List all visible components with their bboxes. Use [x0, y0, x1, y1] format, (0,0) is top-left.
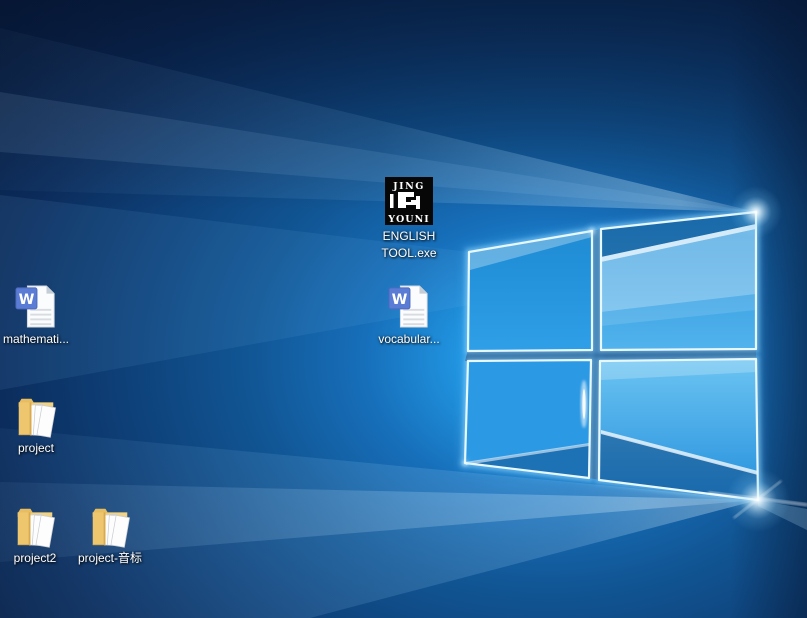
- word-document-icon: W: [388, 284, 430, 329]
- english-tool-app-icon: JING YOUNI: [385, 177, 433, 225]
- desktop-icon-english-tool-exe[interactable]: JING YOUNI ENGLISH TOOL.exe: [369, 177, 449, 262]
- desktop-icon-project-yinbiao-folder[interactable]: project-音标: [70, 504, 150, 566]
- icon-label: ENGLISH TOOL.exe: [377, 228, 441, 262]
- folder-icon: [15, 504, 55, 548]
- icon-label: project2: [14, 551, 57, 566]
- icon-label: vocabular...: [378, 332, 439, 347]
- svg-text:YOUNI: YOUNI: [387, 214, 429, 225]
- desktop-icon-project-folder[interactable]: project: [0, 394, 76, 456]
- desktop-icon-project2-folder[interactable]: project2: [0, 504, 75, 566]
- icon-label: project: [18, 441, 54, 456]
- svg-text:W: W: [392, 292, 408, 308]
- word-document-icon: W: [15, 284, 57, 329]
- desktop-icon-mathematics-document[interactable]: W mathemati...: [0, 284, 76, 347]
- desktop[interactable]: JING YOUNI ENGLISH TOOL.exe: [0, 0, 807, 618]
- svg-text:JING: JING: [392, 181, 425, 192]
- icon-label: project-音标: [78, 551, 142, 566]
- icon-label: mathemati...: [3, 332, 69, 347]
- desktop-icon-vocabulary-document[interactable]: W vocabular...: [369, 284, 449, 347]
- svg-text:W: W: [19, 292, 35, 308]
- folder-icon: [16, 394, 56, 438]
- folder-icon: [90, 504, 130, 548]
